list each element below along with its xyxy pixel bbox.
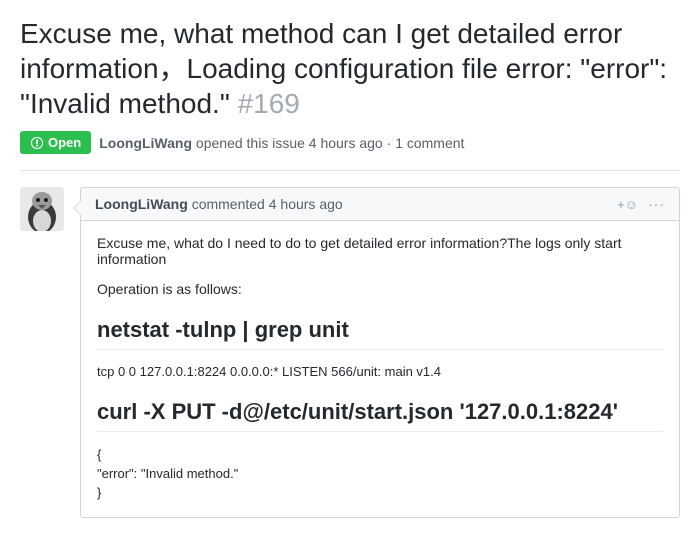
issue-author-link[interactable]: LoongLiWang (99, 135, 192, 151)
opened-text: opened this issue 4 hours ago (196, 135, 383, 151)
comment-header: LoongLiWang commented 4 hours ago +☺ ··· (81, 188, 679, 221)
json-line: } (97, 484, 663, 503)
body-output: tcp 0 0 127.0.0.1:8224 0.0.0.0:* LISTEN … (97, 364, 663, 379)
plus-icon: + (617, 197, 625, 212)
issue-title-text: Excuse me, what method can I get detaile… (20, 18, 667, 119)
issue-title: Excuse me, what method can I get detaile… (20, 16, 680, 121)
penguin-avatar-icon (20, 187, 64, 231)
avatar[interactable] (20, 187, 64, 231)
comment-author-link[interactable]: LoongLiWang (95, 196, 188, 212)
body-paragraph: Operation is as follows: (97, 281, 663, 297)
issue-meta: Open LoongLiWang opened this issue 4 hou… (20, 131, 680, 171)
comment-action: commented (192, 196, 265, 212)
comment-timestamp[interactable]: 4 hours ago (269, 196, 343, 212)
comment-count: 1 comment (395, 135, 464, 151)
body-json: { "error": "Invalid method." } (97, 446, 663, 503)
body-paragraph: Excuse me, what do I need to do to get d… (97, 235, 663, 267)
status-badge: Open (20, 131, 91, 154)
issue-byline: LoongLiWang opened this issue 4 hours ag… (99, 135, 464, 151)
status-label: Open (48, 135, 81, 150)
issue-open-icon (30, 136, 44, 150)
comment-box: LoongLiWang commented 4 hours ago +☺ ···… (80, 187, 680, 518)
issue-title-row: Excuse me, what method can I get detaile… (20, 16, 680, 121)
add-reaction-button[interactable]: +☺ (617, 197, 638, 212)
comment-thread: LoongLiWang commented 4 hours ago +☺ ···… (20, 187, 680, 518)
comment-body: Excuse me, what do I need to do to get d… (81, 221, 679, 517)
comment-byline: LoongLiWang commented 4 hours ago (95, 196, 343, 212)
body-heading: curl -X PUT -d@/etc/unit/start.json '127… (97, 399, 663, 432)
comment-menu-button[interactable]: ··· (648, 197, 665, 211)
json-line: { (97, 446, 663, 465)
body-heading: netstat -tulnp | grep unit (97, 317, 663, 350)
smiley-icon: ☺ (625, 197, 638, 212)
json-line: "error": "Invalid method." (97, 465, 663, 484)
issue-number: #169 (238, 88, 300, 119)
